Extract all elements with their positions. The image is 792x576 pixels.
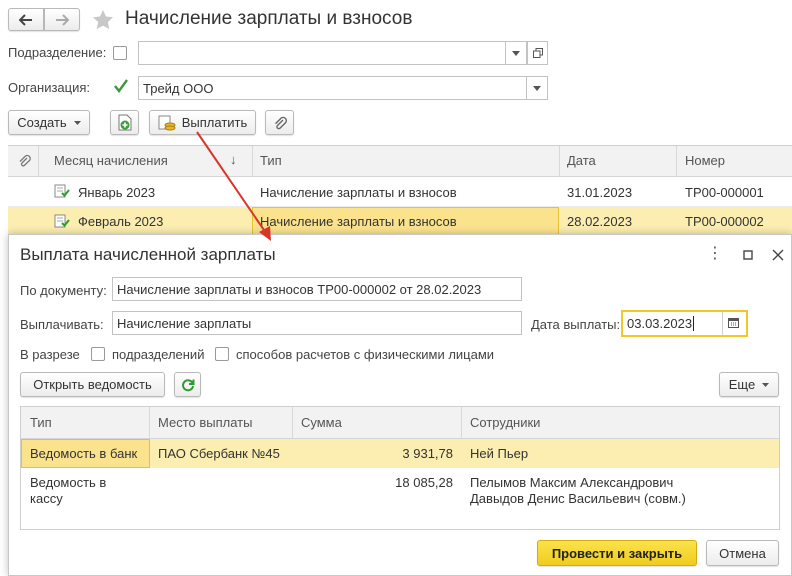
annotation-arrow [196,131,271,241]
